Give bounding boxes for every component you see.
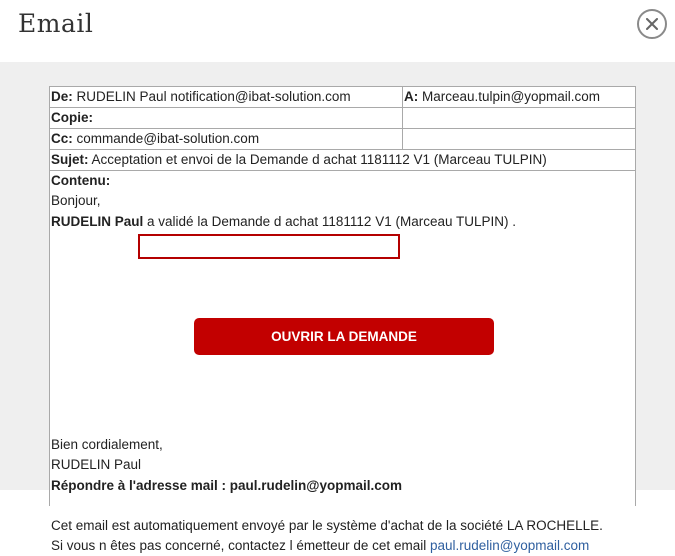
- reply-line: Répondre à l'adresse mail : paul.rudelin…: [51, 476, 402, 496]
- from-cell: De: RUDELIN Paul notification@ibat-solut…: [50, 87, 403, 107]
- to-cell: A: Marceau.tulpin@yopmail.com: [403, 87, 635, 107]
- subject-label: Sujet:: [51, 152, 89, 167]
- contact-email-link[interactable]: paul.rudelin@yopmail.com: [430, 538, 589, 553]
- cc-label: Cc:: [51, 131, 73, 146]
- validation-line: RUDELIN Paul a validé la Demande d achat…: [51, 212, 516, 232]
- not-concerned-text: Si vous n êtes pas concerné, contactez l…: [51, 538, 427, 553]
- sender-name: RUDELIN Paul: [51, 214, 144, 229]
- dialog-header: Email: [0, 0, 675, 62]
- content-label: Contenu:: [51, 173, 111, 188]
- open-request-button[interactable]: OUVRIR LA DEMANDE: [194, 318, 494, 355]
- greeting: Bonjour,: [51, 193, 101, 208]
- to-label: A:: [404, 89, 419, 104]
- reply-text: Répondre à l'adresse mail : paul.rudelin…: [51, 478, 402, 493]
- cc-value: commande@ibat-solution.com: [76, 131, 260, 146]
- dialog-body: De: RUDELIN Paul notification@ibat-solut…: [0, 62, 675, 553]
- copy-empty-cell: [403, 108, 635, 128]
- copy-row: Copie:: [50, 108, 635, 129]
- validated-text: a validé la Demande d achat 1181112 V1: [147, 214, 392, 229]
- from-label: De:: [51, 89, 73, 104]
- subject-cell: Sujet: Acceptation et envoi de la Demand…: [50, 150, 635, 170]
- cc-empty-cell: [403, 129, 635, 149]
- highlight-box: [138, 234, 400, 259]
- signature: RUDELIN Paul: [51, 457, 142, 472]
- copy-cell: Copie:: [50, 108, 403, 128]
- content-label-line: Contenu:: [51, 171, 110, 191]
- auto-notice: Cet email est automatiquement envoyé par…: [51, 518, 603, 533]
- cc-cell: Cc: commande@ibat-solution.com: [50, 129, 403, 149]
- cc-row: Cc: commande@ibat-solution.com: [50, 129, 635, 150]
- close-button[interactable]: [637, 9, 667, 39]
- email-preview: De: RUDELIN Paul notification@ibat-solut…: [49, 86, 636, 553]
- validated-suffix: (Marceau TULPIN) .: [395, 214, 517, 229]
- from-value: RUDELIN Paul notification@ibat-solution.…: [76, 89, 351, 104]
- from-to-row: De: RUDELIN Paul notification@ibat-solut…: [50, 87, 635, 108]
- subject-row: Sujet: Acceptation et envoi de la Demand…: [50, 150, 635, 171]
- to-value: Marceau.tulpin@yopmail.com: [422, 89, 601, 104]
- subject-value: Acceptation et envoi de la Demande d ach…: [91, 152, 547, 167]
- close-icon: [646, 18, 658, 30]
- copy-label: Copie:: [51, 110, 93, 125]
- closing: Bien cordialement,: [51, 437, 163, 452]
- not-concerned-line: Si vous n êtes pas concerné, contactez l…: [51, 536, 589, 556]
- dialog-title: Email: [18, 9, 94, 38]
